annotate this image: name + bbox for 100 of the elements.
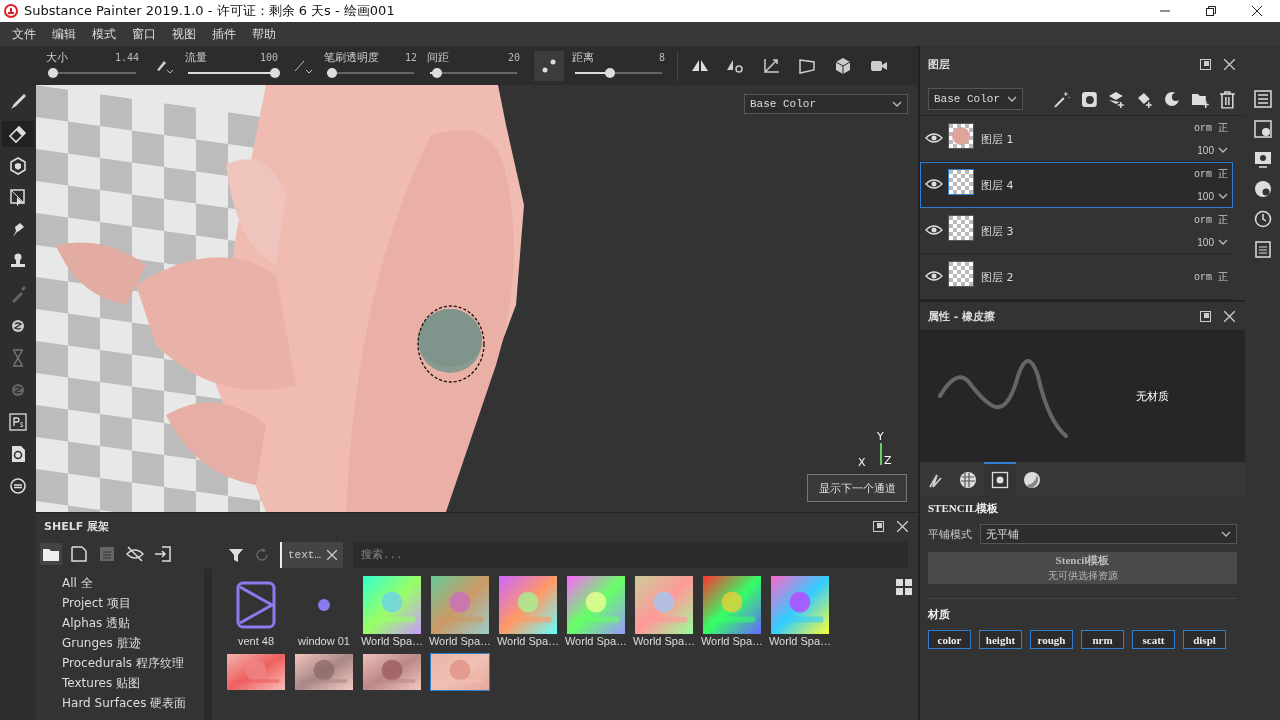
- asset-tile[interactable]: World Spa…: [498, 575, 558, 649]
- remove-tag-button[interactable]: [327, 550, 337, 560]
- tiling-dropdown[interactable]: 无平铺: [980, 524, 1237, 544]
- eye-icon: [925, 269, 943, 282]
- slider-thumb[interactable]: [604, 68, 615, 78]
- delete-icon[interactable]: [1218, 89, 1237, 109]
- menu-item[interactable]: 文件: [4, 25, 44, 43]
- opacity-dropdown[interactable]: 100: [1197, 188, 1228, 205]
- slider-thumb[interactable]: [327, 68, 338, 78]
- asset-label: World Spa…: [496, 634, 560, 648]
- asset-label: vent 48: [237, 634, 275, 648]
- shelf-tool-button[interactable]: [40, 543, 62, 565]
- shelf-tool-button[interactable]: [152, 543, 174, 565]
- blend-mode-dropdown[interactable]: 正: [1218, 166, 1228, 183]
- slider-thumb[interactable]: [431, 68, 442, 78]
- channel-toggle[interactable]: height: [979, 630, 1022, 649]
- asset-tile[interactable]: [430, 653, 490, 691]
- asset-tile[interactable]: vent 48: [226, 575, 286, 649]
- dot-icon: [318, 599, 330, 611]
- channel-dropdown[interactable]: Base Color: [928, 88, 1023, 111]
- category-item[interactable]: Hard Surfaces 硬表面: [62, 693, 204, 713]
- search-field[interactable]: 搜索...: [353, 542, 908, 568]
- close-button[interactable]: [894, 518, 910, 534]
- save-icon: [98, 545, 116, 563]
- slider-label: 流量: [185, 51, 207, 64]
- menu-item[interactable]: 视图: [164, 25, 204, 43]
- side-panel-button[interactable]: [1253, 120, 1272, 138]
- side-panel-button[interactable]: [1253, 150, 1272, 168]
- asset-tile[interactable]: World Spa…: [634, 575, 694, 649]
- blend-channel: orm: [1194, 168, 1212, 180]
- category-item[interactable]: All 全: [62, 573, 204, 593]
- blend-mode-dropdown[interactable]: 正: [1218, 269, 1228, 286]
- asset-tile[interactable]: World Spa…: [362, 575, 422, 649]
- grid-view-icon[interactable]: [896, 579, 912, 595]
- float-button[interactable]: [1197, 56, 1213, 73]
- menu-item[interactable]: 编辑: [44, 25, 84, 43]
- float-button[interactable]: [870, 518, 886, 534]
- history-icon: [1253, 210, 1272, 228]
- opacity-dropdown[interactable]: 100: [1197, 142, 1228, 159]
- asset-tile[interactable]: World Spa…: [702, 575, 762, 649]
- category-item[interactable]: Textures 贴图: [62, 673, 204, 693]
- stencil-button[interactable]: Stencil模板 无可供选择资源: [928, 552, 1237, 584]
- lazy-mouse-button[interactable]: [534, 50, 564, 81]
- layers-list-icon: [1253, 90, 1272, 108]
- category-item[interactable]: Alphas 透贴: [62, 613, 204, 633]
- asset-tile[interactable]: [294, 653, 354, 691]
- close-button[interactable]: [1221, 56, 1237, 73]
- slider-thumb[interactable]: [48, 68, 59, 78]
- checker-ball-icon: [959, 470, 977, 489]
- slider-value: 1.44: [114, 51, 139, 64]
- menu-item[interactable]: 帮助: [244, 25, 284, 43]
- asset-tile[interactable]: World Spa…: [430, 575, 490, 649]
- layer-name: 图层 3: [981, 223, 1015, 239]
- caret-icon: [892, 100, 902, 108]
- side-panel-button[interactable]: [1253, 90, 1272, 108]
- channel-toggle[interactable]: rough: [1030, 630, 1073, 649]
- filter-icon[interactable]: [228, 547, 244, 563]
- stencil-icon: [991, 470, 1009, 489]
- close-icon: [1223, 59, 1235, 71]
- filter-tag[interactable]: text…: [280, 542, 343, 568]
- side-panel-button[interactable]: [1253, 210, 1272, 228]
- category-item[interactable]: Procedurals 程序纹理: [62, 653, 204, 673]
- texture-settings-icon: [1253, 120, 1272, 138]
- channel-dropdown[interactable]: Base Color: [744, 94, 908, 114]
- asset-tile[interactable]: World Spa…: [566, 575, 626, 649]
- asset-tile[interactable]: [362, 653, 422, 691]
- category-item[interactable]: Grunges 脏迹: [62, 633, 204, 653]
- channel-toggle[interactable]: color: [928, 630, 971, 649]
- caret-icon: [1218, 192, 1228, 201]
- blend-mode-dropdown[interactable]: 正: [1218, 212, 1228, 229]
- asset-tile[interactable]: [226, 653, 286, 691]
- layer-name: 图层 4: [981, 177, 1015, 193]
- asset-tile[interactable]: window 01: [294, 575, 354, 649]
- menu-item[interactable]: 窗口: [124, 25, 164, 43]
- mask-icon[interactable]: [1079, 89, 1099, 109]
- channel-toggle[interactable]: nrm: [1081, 630, 1124, 649]
- layer-thumbnail: [949, 262, 973, 287]
- properties-tab[interactable]: [984, 462, 1016, 495]
- next-channel-button[interactable]: 显示下一个通道: [807, 474, 907, 502]
- blend-mode-dropdown[interactable]: 正: [1218, 120, 1228, 137]
- channel-toggle[interactable]: displ: [1183, 630, 1226, 649]
- asset-label: World Spa…: [700, 634, 764, 648]
- tool-button[interactable]: [2, 121, 34, 147]
- channel-toggle[interactable]: scatt: [1132, 630, 1175, 649]
- menu-item[interactable]: 插件: [204, 25, 244, 43]
- blend-channel: orm: [1194, 214, 1212, 226]
- side-panel-button[interactable]: [1253, 180, 1272, 198]
- window-title: Substance Painter 2019.1.0 - 许可证：剩余 6 天s - 绘画001: [24, 2, 396, 20]
- slider-thumb[interactable]: [270, 68, 280, 78]
- category-item[interactable]: Project 项目: [62, 593, 204, 613]
- close-button[interactable]: [1221, 308, 1237, 324]
- asset-label: World Spa…: [564, 634, 628, 648]
- asset-tile[interactable]: World Spa…: [770, 575, 830, 649]
- photoshop-icon: [7, 411, 29, 433]
- opacity-dropdown[interactable]: 100: [1197, 234, 1228, 251]
- menu-item[interactable]: 模式: [84, 25, 124, 43]
- float-button[interactable]: [1197, 308, 1213, 324]
- add-layer-icon[interactable]: [1107, 89, 1127, 109]
- side-panel-button[interactable]: [1253, 240, 1272, 258]
- shelf-tool-button[interactable]: [68, 543, 90, 565]
